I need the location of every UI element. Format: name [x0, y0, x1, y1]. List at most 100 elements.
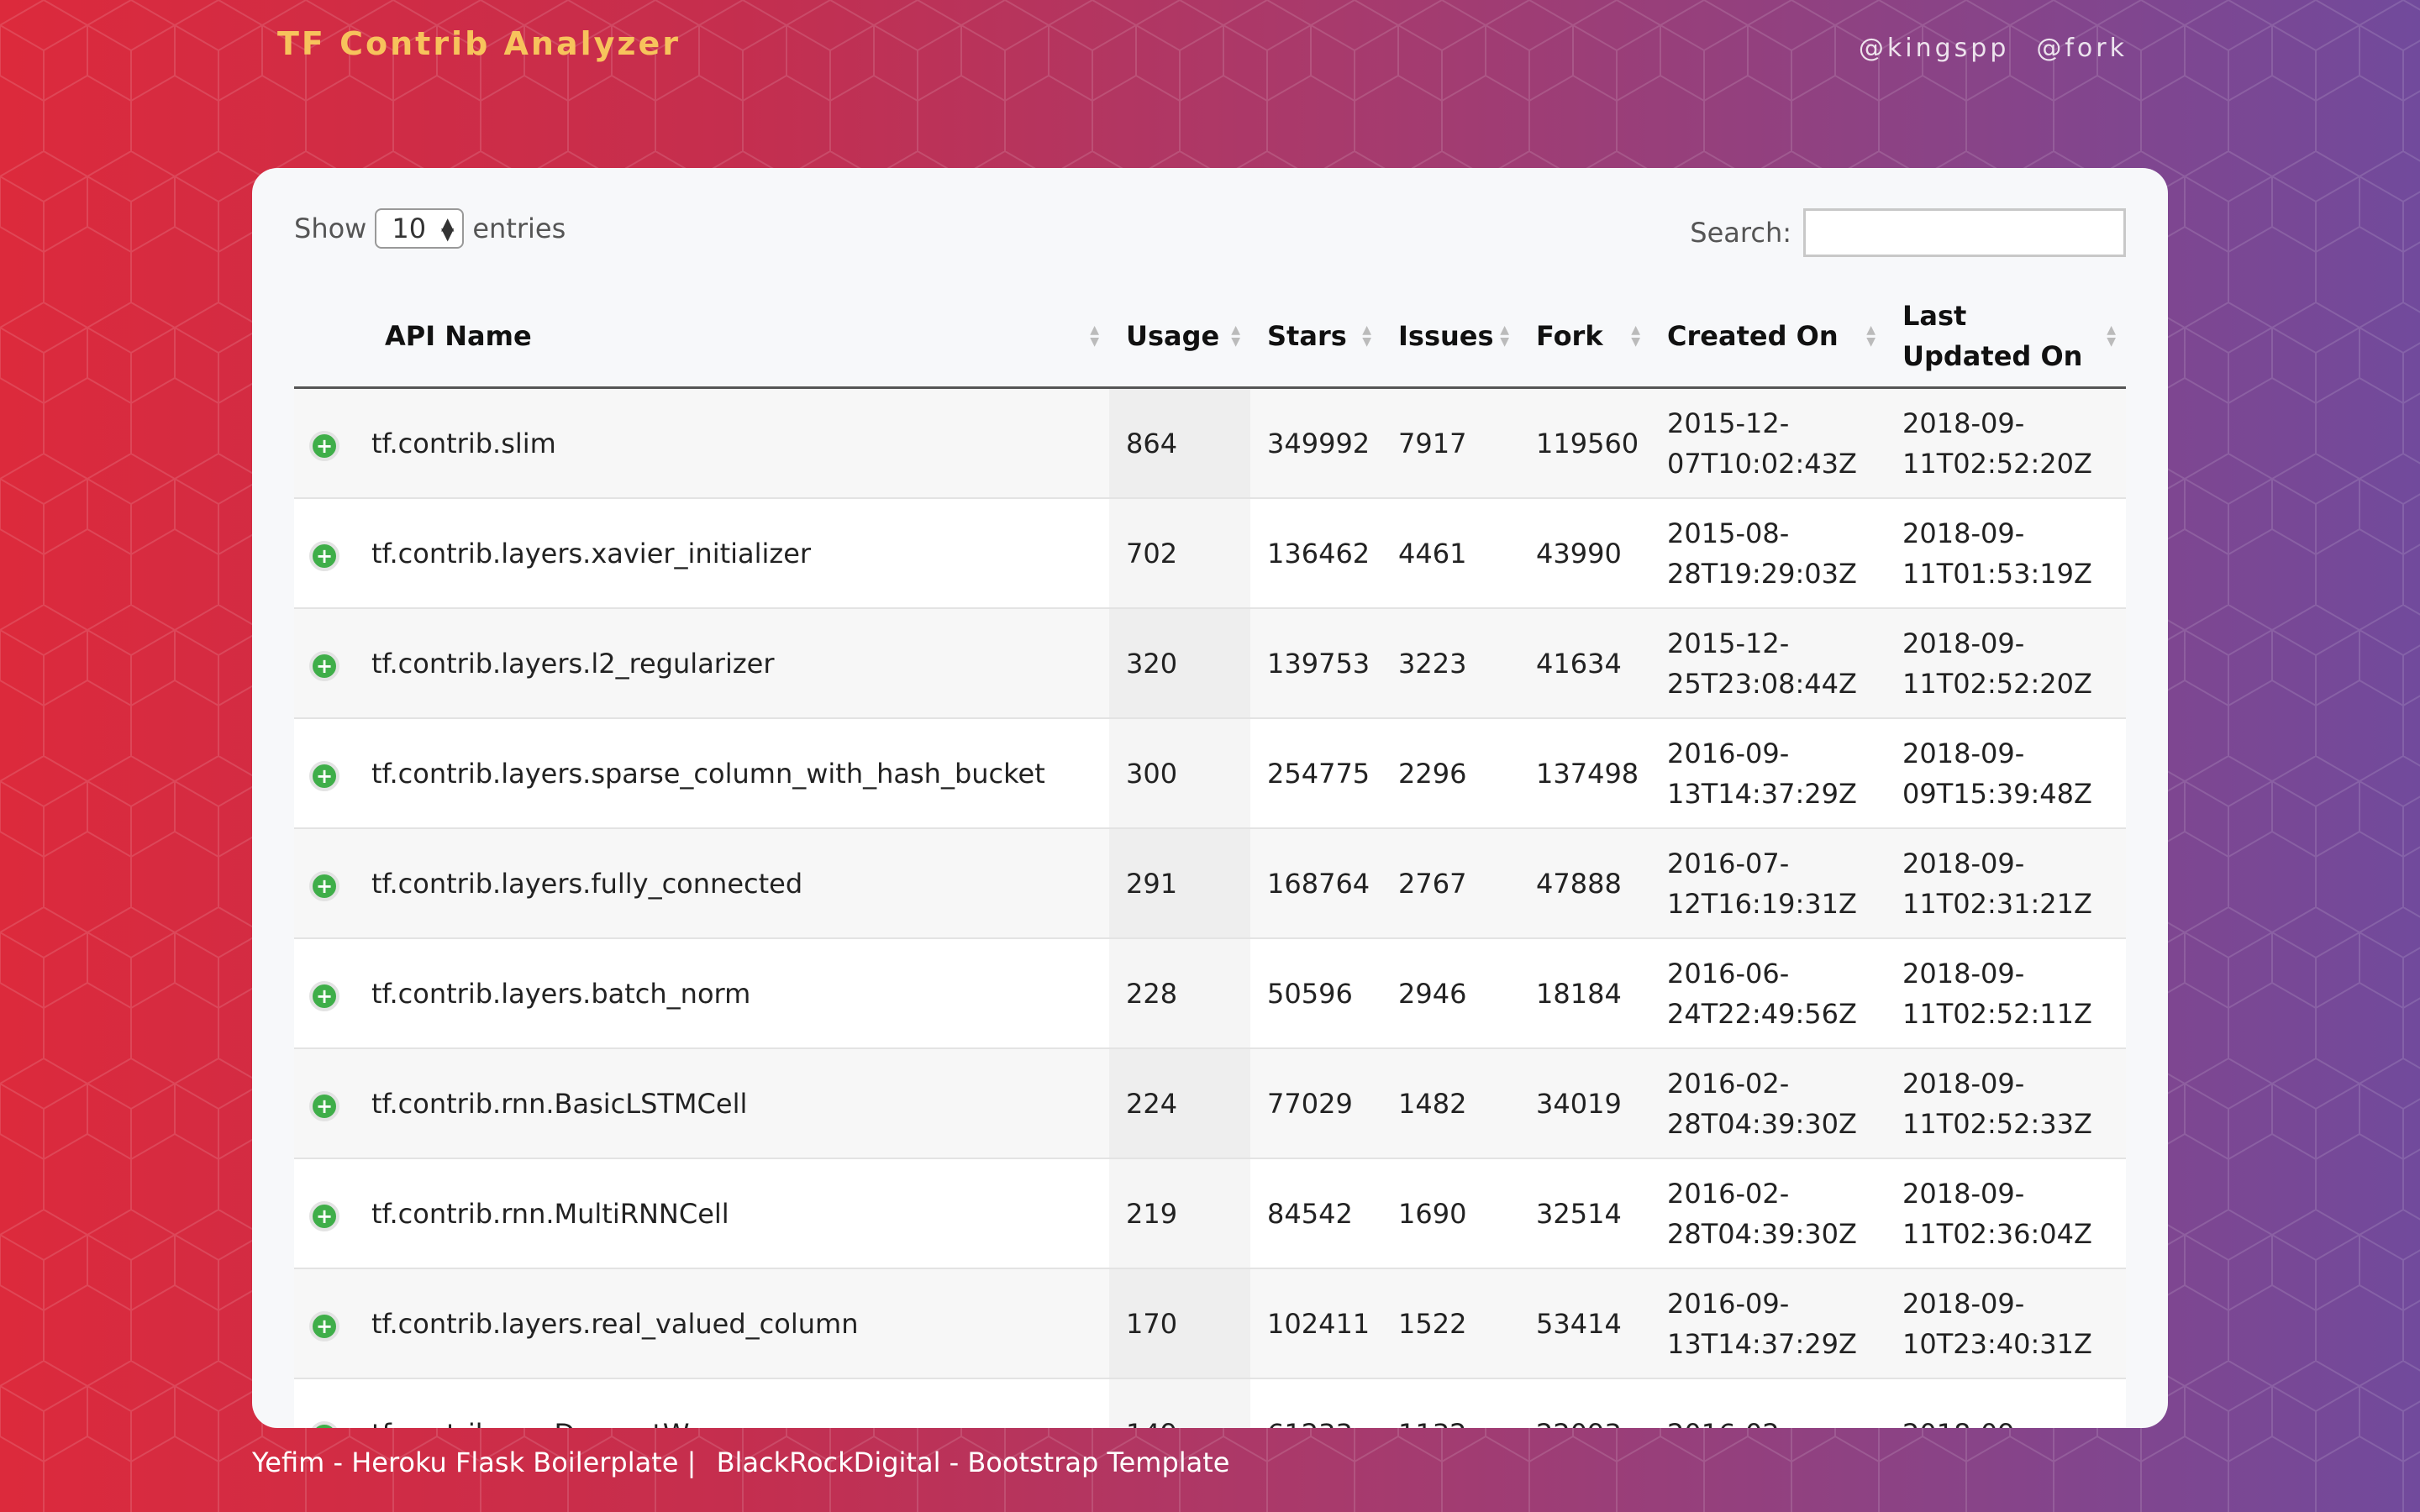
usage-cell: 300: [1109, 718, 1250, 829]
top-links: @kingspp @fork: [1859, 34, 2128, 63]
table-row[interactable]: + tf.contrib.layers.real_valued_column 1…: [294, 1268, 2126, 1379]
table-row[interactable]: + tf.contrib.rnn.DropoutWrapper 149 6123…: [294, 1378, 2126, 1428]
expand-cell[interactable]: +: [294, 608, 355, 719]
issues-cell: 1482: [1381, 1048, 1519, 1159]
api-name-cell: tf.contrib.rnn.BasicLSTMCell: [355, 1048, 1109, 1159]
column-header-usage[interactable]: Usage ▲ ▼: [1109, 286, 1250, 389]
footer-bootstrap-link[interactable]: BlackRockDigital - Bootstrap Template: [717, 1446, 1230, 1478]
expand-cell[interactable]: +: [294, 1158, 355, 1269]
usage-cell: 228: [1109, 938, 1250, 1049]
usage-cell: 864: [1109, 387, 1250, 499]
expand-row-icon[interactable]: +: [309, 1200, 339, 1231]
stars-cell: 77029: [1250, 1048, 1381, 1159]
created-on-cell: 2015-12- 07T10:02:43Z: [1650, 387, 1886, 499]
last-updated-cell: 2018-09- 11T02:52:20Z: [1886, 387, 2126, 499]
table-row[interactable]: + tf.contrib.layers.xavier_initializer 7…: [294, 498, 2126, 609]
expand-cell[interactable]: +: [294, 718, 355, 829]
expand-row-icon[interactable]: +: [309, 540, 339, 571]
expand-row-icon[interactable]: +: [309, 980, 339, 1011]
expand-row-icon[interactable]: +: [309, 1420, 339, 1428]
expand-cell[interactable]: +: [294, 828, 355, 939]
column-header-issues[interactable]: Issues ▲ ▼: [1381, 286, 1519, 389]
stars-cell: 168764: [1250, 828, 1381, 939]
footer: Yefim - Heroku Flask Boilerplate | Black…: [252, 1446, 1229, 1478]
expand-cell[interactable]: +: [294, 498, 355, 609]
table-row[interactable]: + tf.contrib.layers.l2_regularizer 320 1…: [294, 608, 2126, 719]
usage-cell: 170: [1109, 1268, 1250, 1379]
column-header-api-name[interactable]: API Name ▲ ▼: [355, 286, 1109, 389]
entries-label: entries: [472, 213, 566, 244]
api-name-cell: tf.contrib.layers.l2_regularizer: [355, 608, 1109, 719]
created-on-cell: 2016-09- 13T14:37:29Z: [1650, 1268, 1886, 1379]
stars-cell: 139753: [1250, 608, 1381, 719]
table-row[interactable]: + tf.contrib.layers.batch_norm 228 50596…: [294, 938, 2126, 1049]
table-row[interactable]: + tf.contrib.layers.sparse_column_with_h…: [294, 718, 2126, 829]
sort-icon: ▲ ▼: [1231, 323, 1240, 349]
expand-cell[interactable]: +: [294, 938, 355, 1049]
api-name-cell: tf.contrib.rnn.MultiRNNCell: [355, 1158, 1109, 1269]
expand-row-icon[interactable]: +: [309, 430, 339, 461]
search-label: Search:: [1690, 217, 1791, 249]
entries-control: Show 10 ▲ ▼ entries: [294, 208, 566, 249]
issues-cell: 1522: [1381, 1268, 1519, 1379]
created-on-cell: 2016-02-: [1650, 1378, 1886, 1428]
last-updated-cell: 2018-09- 11T01:53:19Z: [1886, 498, 2126, 609]
fork-cell: 22093: [1519, 1378, 1650, 1428]
column-header-fork[interactable]: Fork ▲ ▼: [1519, 286, 1650, 389]
usage-cell: 702: [1109, 498, 1250, 609]
footer-flask-link[interactable]: Yefim - Heroku Flask Boilerplate |: [252, 1446, 696, 1478]
api-name-cell: tf.contrib.slim: [355, 387, 1109, 499]
entries-select-value: 10: [392, 213, 427, 244]
expand-row-icon[interactable]: +: [309, 1090, 339, 1121]
created-on-cell: 2015-12- 25T23:08:44Z: [1650, 608, 1886, 719]
table-row[interactable]: + tf.contrib.rnn.BasicLSTMCell 224 77029…: [294, 1048, 2126, 1159]
created-on-cell: 2016-09- 13T14:37:29Z: [1650, 718, 1886, 829]
expand-cell[interactable]: +: [294, 1378, 355, 1428]
api-table: API Name ▲ ▼ Usage ▲ ▼ Stars ▲ ▼ Issues ▲ ▼ Fork…: [294, 286, 2126, 1428]
expand-row-icon[interactable]: +: [309, 650, 339, 681]
expand-cell[interactable]: +: [294, 1048, 355, 1159]
stars-cell: 136462: [1250, 498, 1381, 609]
last-updated-cell: 2018-09- 11T02:31:21Z: [1886, 828, 2126, 939]
sort-icon: ▲ ▼: [1866, 323, 1876, 349]
column-header-created-on[interactable]: Created On ▲ ▼: [1650, 286, 1886, 389]
column-header-expand: [294, 286, 355, 389]
table-row[interactable]: + tf.contrib.layers.fully_connected 291 …: [294, 828, 2126, 939]
expand-cell[interactable]: +: [294, 1268, 355, 1379]
created-on-cell: 2016-07- 12T16:19:31Z: [1650, 828, 1886, 939]
last-updated-cell: 2018-09- 11T02:52:33Z: [1886, 1048, 2126, 1159]
last-updated-cell: 2018-09- 11T02:36:04Z: [1886, 1158, 2126, 1269]
last-updated-cell: 2018-09-: [1886, 1378, 2126, 1428]
created-on-cell: 2016-02- 28T04:39:30Z: [1650, 1048, 1886, 1159]
column-header-last-updated-on[interactable]: Last Updated On ▲ ▼: [1886, 286, 2126, 389]
kingspp-link[interactable]: @kingspp: [1859, 34, 2009, 63]
column-header-stars[interactable]: Stars ▲ ▼: [1250, 286, 1381, 389]
api-name-cell: tf.contrib.layers.fully_connected: [355, 828, 1109, 939]
fork-link[interactable]: @fork: [2036, 34, 2128, 63]
entries-select[interactable]: 10 ▲ ▼: [375, 208, 465, 249]
fork-cell: 18184: [1519, 938, 1650, 1049]
api-name-cell: tf.contrib.rnn.DropoutWrapper: [355, 1378, 1109, 1428]
expand-row-icon[interactable]: +: [309, 760, 339, 791]
expand-row-icon[interactable]: +: [309, 870, 339, 901]
usage-cell: 224: [1109, 1048, 1250, 1159]
issues-cell: 2296: [1381, 718, 1519, 829]
expand-cell[interactable]: +: [294, 387, 355, 499]
table-header-row: API Name ▲ ▼ Usage ▲ ▼ Stars ▲ ▼ Issues ▲ ▼ Fork…: [294, 286, 2126, 389]
expand-row-icon[interactable]: +: [309, 1310, 339, 1341]
fork-cell: 47888: [1519, 828, 1650, 939]
data-table-card: Show 10 ▲ ▼ entries Search: API Name ▲ ▼ Us…: [252, 168, 2168, 1428]
stars-cell: 102411: [1250, 1268, 1381, 1379]
app-title[interactable]: TF Contrib Analyzer: [277, 25, 681, 62]
sort-icon: ▲ ▼: [1631, 323, 1640, 349]
last-updated-cell: 2018-09- 11T02:52:20Z: [1886, 608, 2126, 719]
fork-cell: 34019: [1519, 1048, 1650, 1159]
search-input[interactable]: [1803, 208, 2126, 257]
sort-icon: ▲ ▼: [1362, 323, 1371, 349]
created-on-cell: 2015-08- 28T19:29:03Z: [1650, 498, 1886, 609]
issues-cell: 2767: [1381, 828, 1519, 939]
table-row[interactable]: + tf.contrib.slim 864 349992 7917 119560…: [294, 387, 2126, 499]
table-row[interactable]: + tf.contrib.rnn.MultiRNNCell 219 84542 …: [294, 1158, 2126, 1269]
fork-cell: 137498: [1519, 718, 1650, 829]
issues-cell: 7917: [1381, 387, 1519, 499]
